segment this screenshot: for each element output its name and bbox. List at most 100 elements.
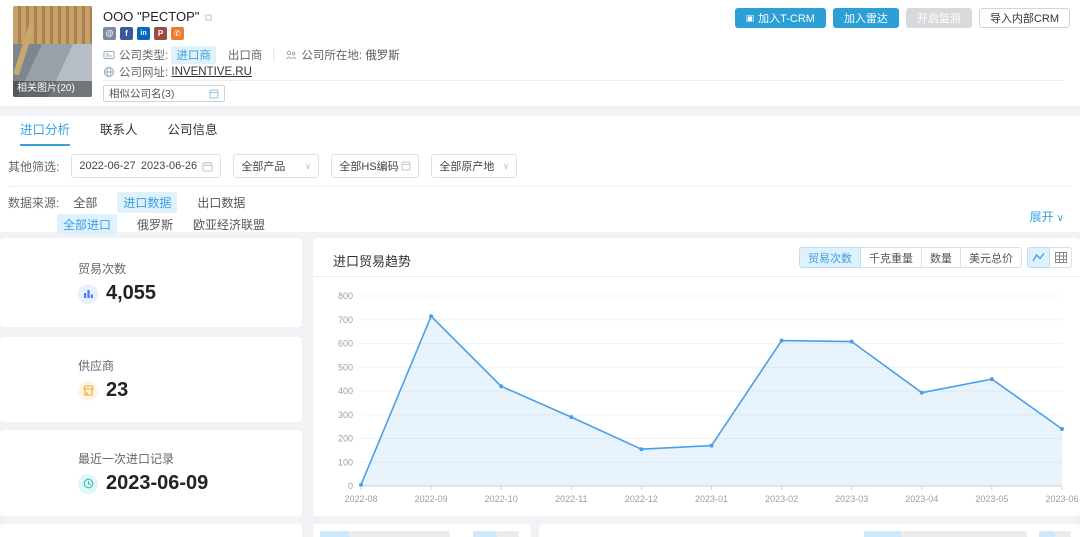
svg-text:600: 600 <box>338 339 353 349</box>
divider: | <box>272 49 275 61</box>
shop-icon <box>78 381 98 401</box>
trend-chart[interactable]: 01002003004005006007008002022-082022-092… <box>313 278 1080 514</box>
date-start[interactable]: 2022-06-27 <box>79 160 135 172</box>
filter-label: 其他筛选: <box>8 158 59 175</box>
svg-text:700: 700 <box>338 315 353 325</box>
location-label: 公司所在地: <box>301 47 362 63</box>
website-icon[interactable]: @ <box>103 27 116 40</box>
stat-card-trade-count: 贸易次数 4,055 <box>0 238 302 327</box>
chevron-down-icon: ∨ <box>1057 213 1064 224</box>
trade-count-value: 4,055 <box>106 282 156 305</box>
date-end[interactable]: 2023-06-26 <box>141 160 197 172</box>
company-photo[interactable]: 相关图片(20) <box>13 6 92 97</box>
company-type-label: 公司类型: <box>119 47 168 63</box>
clock-icon <box>78 474 98 494</box>
source-export[interactable]: 出口数据 <box>197 194 245 211</box>
tab-contacts[interactable]: 联系人 <box>100 116 138 146</box>
svg-text:2022-10: 2022-10 <box>485 494 518 504</box>
table-view-icon[interactable] <box>1049 247 1072 268</box>
origin-select[interactable]: 全部原产地 ∨ <box>431 154 517 178</box>
product-select[interactable]: 全部产品 ∨ <box>233 154 319 178</box>
stat-card-suppliers: 供应商 23 <box>0 337 302 422</box>
hs-code-value: 全部HS编码 <box>339 158 398 174</box>
add-tcrm-button[interactable]: ▣ 加入T-CRM <box>735 8 826 28</box>
date-range-picker[interactable]: 2022-06-27 2023-06-26 <box>71 154 221 178</box>
metric-quantity-button[interactable]: 数量 <box>921 247 961 268</box>
last-import-date-value: 2023-06-09 <box>106 472 208 495</box>
start-monitor-button[interactable]: 开启监测 <box>906 8 972 28</box>
source-all[interactable]: 全部 <box>73 194 97 211</box>
type-exporter[interactable]: 出口商 <box>228 47 263 63</box>
metric-weight-button[interactable]: 千克重量 <box>860 247 922 268</box>
sub-source-russia[interactable]: 俄罗斯 <box>137 216 173 233</box>
id-card-icon <box>103 49 115 61</box>
company-name: OOO "PECTOP" <box>103 9 199 24</box>
chevron-down-icon: ∨ <box>503 161 510 172</box>
location-value: 俄罗斯 <box>365 47 400 63</box>
stat-value-row: 4,055 <box>78 282 156 305</box>
related-images-badge[interactable]: 相关图片(20) <box>13 81 92 97</box>
svg-text:200: 200 <box>338 434 353 444</box>
filter-row: 其他筛选: 2022-06-27 2023-06-26 全部产品 ∨ 全部HS编… <box>8 154 517 178</box>
svg-text:2023-02: 2023-02 <box>765 494 798 504</box>
similar-companies-label: 相似公司名(3) <box>109 86 174 101</box>
sub-source-eaeu[interactable]: 欧亚经济联盟 <box>193 216 265 233</box>
website-label: 公司网址: <box>119 64 168 80</box>
hs-code-select[interactable]: 全部HS编码 <box>331 154 419 178</box>
bottom-right-card-partial <box>539 524 1080 537</box>
chevron-down-icon: ∨ <box>305 161 312 172</box>
metric-usd-total-button[interactable]: 美元总价 <box>960 247 1022 268</box>
stat-card-last-import: 最近一次进口记录 2023-06-09 <box>0 430 302 516</box>
suppliers-value: 23 <box>106 379 128 402</box>
svg-text:2023-06: 2023-06 <box>1045 494 1078 504</box>
tab-company-info[interactable]: 公司信息 <box>168 116 218 146</box>
divider-dotted <box>103 80 1064 81</box>
svg-text:2022-08: 2022-08 <box>344 494 377 504</box>
divider-dotted <box>8 186 1072 187</box>
company-name-row: OOO "PECTOP" ⧉ <box>103 9 212 25</box>
view-toggle-group <box>1027 247 1072 268</box>
sub-source-all-import[interactable]: 全部进口 <box>57 214 117 235</box>
location-icon <box>285 49 297 61</box>
metric-trade-count-button[interactable]: 贸易次数 <box>799 247 861 268</box>
stat-label: 贸易次数 <box>78 260 126 277</box>
svg-text:0: 0 <box>348 481 353 491</box>
calendar-icon <box>202 161 213 172</box>
import-crm-label: 导入内部CRM <box>990 10 1059 26</box>
bar-chart-icon <box>78 284 98 304</box>
linkedin-icon[interactable]: in <box>137 27 150 40</box>
header-actions: ▣ 加入T-CRM 加入雷达 开启监测 导入内部CRM <box>735 8 1070 28</box>
copy-icon[interactable]: ⧉ <box>204 12 212 24</box>
import-crm-button[interactable]: 导入内部CRM <box>979 8 1070 28</box>
svg-text:800: 800 <box>338 291 353 301</box>
svg-text:2023-05: 2023-05 <box>975 494 1008 504</box>
stat-label: 最近一次进口记录 <box>78 450 174 467</box>
divider <box>313 276 1080 277</box>
website-link[interactable]: INVENTIVE.RU <box>171 66 252 78</box>
phone-icon[interactable]: ✆ <box>171 27 184 40</box>
globe-icon <box>103 66 115 78</box>
similar-companies-select[interactable]: 相似公司名(3) <box>103 85 225 102</box>
import-trend-card: 进口贸易趋势 贸易次数 千克重量 数量 美元总价 010020030040050… <box>313 238 1080 516</box>
add-radar-button[interactable]: 加入雷达 <box>833 8 899 28</box>
line-chart-icon[interactable] <box>1027 247 1050 268</box>
facebook-icon[interactable]: f <box>120 27 133 40</box>
tcrm-icon: ▣ <box>746 13 755 24</box>
social-links: @ f in P ✆ <box>103 27 184 40</box>
tab-import-analysis[interactable]: 进口分析 <box>20 116 70 146</box>
analysis-section: 进口分析 联系人 公司信息 其他筛选: 2022-06-27 2023-06-2… <box>0 116 1080 232</box>
source-import[interactable]: 进口数据 <box>117 192 177 213</box>
type-importer-chip[interactable]: 进口商 <box>171 46 216 64</box>
add-tcrm-label: 加入T-CRM <box>758 10 815 26</box>
company-type-row: 公司类型: 进口商 出口商 | 公司所在地: 俄罗斯 <box>103 46 400 64</box>
svg-text:2023-03: 2023-03 <box>835 494 868 504</box>
company-header: 相关图片(20) OOO "PECTOP" ⧉ @ f in P ✆ 公司类型: … <box>0 0 1080 106</box>
pinterest-icon[interactable]: P <box>154 27 167 40</box>
data-source-label: 数据来源: <box>8 194 59 211</box>
expand-toggle[interactable]: 展开∨ <box>1030 208 1064 225</box>
stat-card-partial <box>0 524 302 537</box>
stat-value-row: 2023-06-09 <box>78 472 208 495</box>
add-radar-label: 加入雷达 <box>844 10 888 26</box>
company-website-row: 公司网址: INVENTIVE.RU <box>103 64 252 80</box>
data-source-row: 数据来源: 全部 进口数据 出口数据 <box>8 192 265 213</box>
